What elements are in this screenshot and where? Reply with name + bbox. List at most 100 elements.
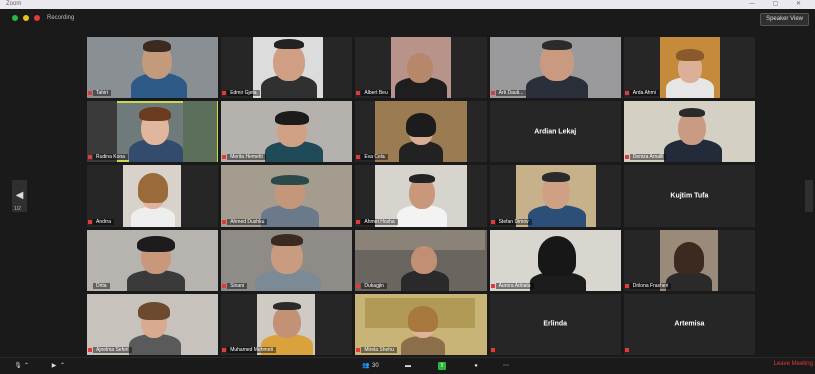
participant-tile[interactable]: Edmir Gjeta (221, 37, 353, 99)
share-screen-button[interactable]: ⇧ (438, 360, 446, 371)
participant-tile[interactable]: Mirela Shehu (355, 293, 487, 355)
reactions-icon: ● (474, 362, 478, 369)
participant-video (87, 101, 117, 163)
chevron-up-icon[interactable]: ⌃ (60, 362, 65, 369)
participant-tile[interactable]: Ajnelma Seferi (87, 293, 219, 355)
start-video-button[interactable]: ▶ ⌃ (50, 360, 65, 371)
chat-button[interactable]: ▬ (404, 360, 412, 371)
participants-button[interactable]: 👥 30 (362, 360, 379, 371)
participant-name-center: Erlinda (543, 320, 568, 328)
participant-tile[interactable]: Arti Dauti... (489, 37, 621, 99)
participant-tile[interactable]: Sinani (221, 229, 353, 291)
muted-icon (490, 348, 495, 352)
participant-tile[interactable]: Tahiri (87, 37, 219, 99)
muted-icon (356, 91, 361, 96)
muted-icon (490, 283, 495, 288)
gallery-grid: Tahiri Edmir Gjeta Albert Beu Arti Dauti… (87, 37, 755, 355)
muted-icon (88, 155, 92, 160)
more-icon: ⋯ (503, 362, 509, 369)
reactions-button[interactable]: ● (472, 360, 480, 371)
participant-name: Andrra (93, 218, 115, 225)
meeting-toolbar: 🎙 ⌃ ▶ ⌃ 👥 30 ▬ ⇧ ● ⋯ Leave Meeting (0, 357, 815, 374)
participant-name: Ahmet Hoxha (361, 218, 398, 225)
status-indicators: Recording (12, 15, 74, 21)
window-title: Zoom (6, 1, 22, 7)
muted-icon (222, 283, 227, 288)
participant-name: Deniza Arnalli (629, 154, 667, 161)
muted-icon (356, 348, 361, 352)
participant-name-center: Artemisa (674, 320, 705, 328)
participant-tile[interactable]: Ahmed Dushku (221, 165, 353, 227)
participant-tile[interactable]: Drilona Frasheri (623, 229, 755, 291)
participant-tile[interactable]: Ahmet Hoxha (355, 165, 487, 227)
participant-name: Tahiri (93, 90, 111, 97)
participant-name: Muhamed Mehmeti (227, 347, 276, 353)
microphone-icon: 🎙 (14, 362, 22, 369)
muted-icon (356, 155, 361, 160)
participant-tile[interactable]: Artemisa (623, 293, 755, 355)
participant-name: Albert Beu (361, 90, 391, 97)
participant-name: Merita Hemetti (227, 154, 266, 161)
participant-name: Aurora Adriata (495, 282, 534, 289)
participant-name: Drita (93, 282, 110, 289)
leave-meeting-button[interactable]: Leave Meeting (774, 361, 813, 367)
participant-tile[interactable]: Dukagjin (355, 229, 487, 291)
participant-name: Eva Cela (361, 154, 388, 161)
participant-tile[interactable]: Kujtim Tufa (623, 165, 755, 227)
participant-tile[interactable]: Eva Cela (355, 101, 487, 163)
chat-icon: ▬ (405, 362, 411, 369)
window-controls[interactable]: — ▢ ✕ (749, 0, 809, 9)
participant-tile[interactable]: Stefan Dimov (489, 165, 621, 227)
recording-label: Recording (47, 15, 75, 21)
participant-name: Edmir Gjeta (227, 90, 260, 97)
muted-icon (88, 219, 92, 224)
participant-name: Ajnelma Seferi (93, 347, 132, 353)
participant-name-center: Kujtim Tufa (670, 192, 709, 200)
participant-name: Dukagjin (361, 282, 387, 289)
muted-icon (88, 348, 92, 352)
shield-icon[interactable] (12, 15, 18, 21)
participant-tile[interactable]: Andrra (87, 165, 219, 227)
next-page-button[interactable] (805, 180, 813, 212)
muted-icon (624, 155, 629, 160)
muted-icon (490, 219, 495, 224)
muted-icon (222, 348, 227, 352)
recording-icon (34, 15, 40, 21)
unmute-button[interactable]: 🎙 ⌃ (14, 360, 29, 371)
participant-tile[interactable]: Arda Ahmi (623, 37, 755, 99)
info-icon[interactable] (23, 15, 29, 21)
participant-tile[interactable]: Merita Hemetti (221, 101, 353, 163)
participant-name-center: Ardian Lekaj (534, 128, 577, 136)
participants-count: 30 (372, 362, 379, 369)
muted-icon (222, 219, 227, 224)
participant-tile[interactable]: Muhamed Mehmeti (221, 293, 353, 355)
participant-tile-active-speaker[interactable]: Rudina Kona (87, 101, 219, 163)
participant-name: Drilona Frasheri (629, 282, 672, 289)
muted-icon (356, 219, 361, 224)
participant-tile[interactable]: Deniza Arnalli (623, 101, 755, 163)
muted-icon (356, 283, 361, 288)
muted-icon (624, 283, 629, 288)
more-button[interactable]: ⋯ (502, 360, 510, 371)
participant-name: Arda Ahmi (629, 90, 659, 97)
participant-tile[interactable]: Ardian Lekaj (489, 101, 621, 163)
share-screen-icon: ⇧ (438, 361, 446, 370)
participant-tile[interactable]: Albert Beu (355, 37, 487, 99)
participant-tile[interactable]: Aurora Adriata (489, 229, 621, 291)
speaker-view-button[interactable]: Speaker View (760, 13, 809, 26)
chevron-up-icon[interactable]: ⌃ (24, 362, 29, 369)
muted-icon (222, 155, 227, 160)
participants-icon: 👥 (362, 362, 370, 369)
muted-icon (88, 91, 92, 96)
muted-icon (624, 348, 629, 352)
participant-name: Rudina Kona (93, 154, 128, 161)
participant-tile[interactable]: Erlinda (489, 293, 621, 355)
participant-name: Stefan Dimov (495, 218, 532, 225)
participant-tile[interactable]: Drita (87, 229, 219, 291)
muted-icon (624, 91, 629, 96)
window-titlebar: Zoom — ▢ ✕ (0, 0, 815, 9)
participant-name: Mirela Shehu (361, 347, 397, 353)
participant-name: Arti Dauti... (495, 90, 527, 97)
muted-icon (222, 91, 227, 96)
muted-icon (490, 91, 495, 96)
